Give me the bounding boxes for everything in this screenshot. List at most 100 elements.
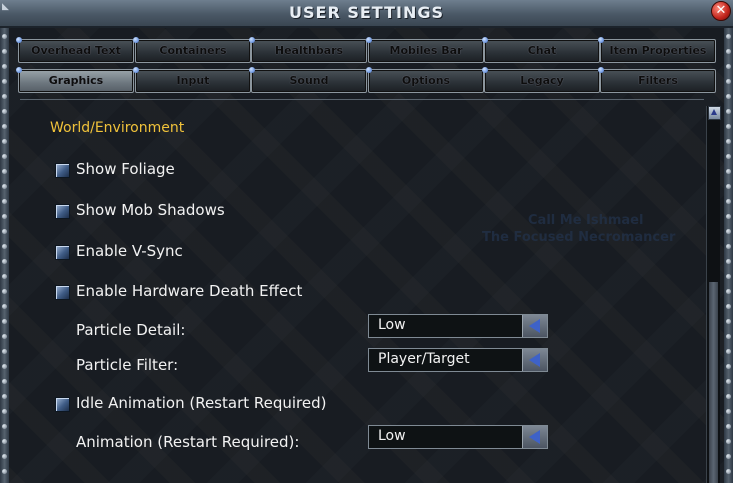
rivet-icon [2, 289, 7, 294]
rivet-icon [2, 124, 7, 129]
overlay-character-name: Call Me Ishmael [528, 213, 644, 228]
rivet-icon [2, 394, 7, 399]
tab-containers[interactable]: Containers [133, 37, 251, 63]
show-foliage-checkbox[interactable] [55, 163, 70, 178]
tab-dot-icon [482, 37, 488, 43]
enable-hardware-death-effect-checkbox[interactable] [55, 285, 70, 300]
scroll-thumb[interactable] [709, 282, 718, 483]
rivet-icon [2, 364, 7, 369]
rivet-icon [726, 289, 731, 294]
rivet-icon [2, 169, 7, 174]
animation-value: Low [378, 428, 406, 444]
idle-animation-label: Idle Animation (Restart Required) [76, 394, 327, 412]
rivet-icon [2, 109, 7, 114]
rivet-icon [726, 259, 731, 264]
left-frame-rail [0, 28, 9, 483]
rivet-icon [726, 184, 731, 189]
tab-dot-icon [16, 67, 22, 73]
tab-dot-icon [598, 67, 604, 73]
rivet-icon [726, 469, 731, 474]
rivet-icon [2, 334, 7, 339]
settings-panel: Call Me Ishmael The Focused Necromancer … [20, 99, 704, 483]
tab-dot-icon [16, 37, 22, 43]
rivet-icon [2, 259, 7, 264]
animation-dropdown[interactable]: Low [368, 425, 548, 449]
tab-options[interactable]: Options [366, 67, 484, 93]
overlay-character-title: The Focused Necromancer [482, 230, 676, 245]
tab-label: Options [401, 74, 451, 87]
tab-label: Item Properties [609, 44, 707, 57]
show-mob-shadows-checkbox[interactable] [55, 204, 70, 219]
triangle-left-icon [529, 353, 540, 367]
tab-label: Input [176, 74, 210, 87]
rivet-icon [726, 79, 731, 84]
settings-scrollbar[interactable] [706, 106, 721, 483]
rivet-icon [726, 364, 731, 369]
rivet-icon [726, 409, 731, 414]
window-title: USER SETTINGS [289, 3, 444, 22]
particle-filter-dropdown-button[interactable] [522, 349, 547, 371]
rivet-icon [2, 319, 7, 324]
tab-filters[interactable]: Filters [598, 67, 716, 93]
rivet-icon [2, 139, 7, 144]
close-button[interactable]: ✕ [711, 1, 731, 21]
tab-label: Sound [289, 74, 329, 87]
triangle-left-icon [529, 430, 540, 444]
rivet-icon [726, 244, 731, 249]
right-frame-rail [724, 28, 733, 483]
tab-label: Graphics [48, 74, 104, 87]
tab-chat[interactable]: Chat [482, 37, 600, 63]
tab-sound[interactable]: Sound [249, 67, 367, 93]
rivet-icon [2, 199, 7, 204]
tab-label: Overhead Text [31, 44, 121, 57]
chevron-up-icon [711, 109, 717, 115]
rivet-icon [726, 394, 731, 399]
tab-row-1: Overhead Text Containers Healthbars Mobi… [16, 37, 718, 63]
particle-detail-dropdown[interactable]: Low [368, 314, 548, 338]
title-bar[interactable]: ◣ USER SETTINGS ✕ [0, 0, 733, 28]
tab-dot-icon [133, 37, 139, 43]
rivet-icon [2, 454, 7, 459]
tab-label: Filters [638, 74, 678, 87]
particle-filter-value: Player/Target [378, 351, 470, 367]
rivet-icon [726, 334, 731, 339]
scroll-up-button[interactable] [708, 106, 721, 120]
rivet-icon [2, 184, 7, 189]
close-icon: ✕ [715, 3, 727, 18]
tab-label: Legacy [520, 74, 564, 87]
tab-item-properties[interactable]: Item Properties [598, 37, 716, 63]
rivet-icon [2, 229, 7, 234]
particle-detail-value: Low [378, 317, 406, 333]
tab-mobiles-bar[interactable]: Mobiles Bar [366, 37, 484, 63]
rivet-icon [726, 214, 731, 219]
rivet-icon [2, 409, 7, 414]
rivet-icon [2, 349, 7, 354]
rivet-icon [726, 199, 731, 204]
rivet-icon [2, 379, 7, 384]
enable-vsync-checkbox[interactable] [55, 245, 70, 260]
rivet-icon [2, 469, 7, 474]
rivet-icon [726, 154, 731, 159]
tab-dot-icon [598, 37, 604, 43]
rivet-icon [2, 424, 7, 429]
animation-dropdown-button[interactable] [522, 426, 547, 448]
particle-filter-dropdown[interactable]: Player/Target [368, 348, 548, 372]
tab-input[interactable]: Input [133, 67, 251, 93]
tab-legacy[interactable]: Legacy [482, 67, 600, 93]
enable-hardware-death-effect-label: Enable Hardware Death Effect [76, 282, 303, 300]
tab-graphics[interactable]: Graphics [16, 67, 134, 93]
animation-label: Animation (Restart Required): [76, 433, 300, 451]
tab-label: Chat [527, 44, 557, 57]
particle-detail-dropdown-button[interactable] [522, 315, 547, 337]
rivet-icon [726, 94, 731, 99]
tab-healthbars[interactable]: Healthbars [249, 37, 367, 63]
rivet-icon [726, 49, 731, 54]
rivet-icon [2, 274, 7, 279]
rivet-icon [726, 424, 731, 429]
section-title: World/Environment [50, 120, 185, 136]
rivet-icon [726, 319, 731, 324]
rivet-icon [726, 124, 731, 129]
tab-overhead-text[interactable]: Overhead Text [16, 37, 134, 63]
rivet-icon [726, 109, 731, 114]
idle-animation-checkbox[interactable] [55, 397, 70, 412]
